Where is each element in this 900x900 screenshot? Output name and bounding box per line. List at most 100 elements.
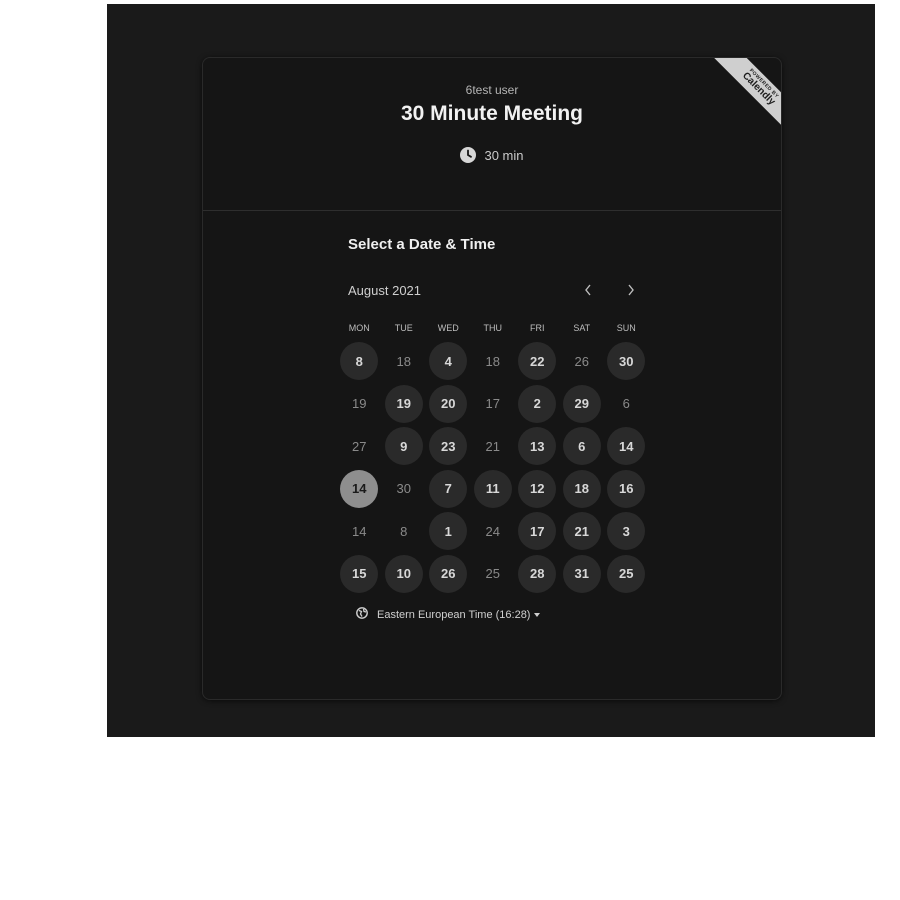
unavailable-day: 17 (485, 396, 500, 412)
unavailable-day: 6 (622, 396, 630, 412)
unavailable-day: 26 (574, 353, 589, 369)
month-label: August 2021 (348, 283, 422, 298)
timezone-selector[interactable]: Eastern European Time (16:28) (356, 607, 541, 622)
day-cell: 19 (337, 383, 382, 426)
available-day-button[interactable]: 10 (384, 554, 423, 593)
day-cell: 26 (426, 553, 471, 596)
available-day-button[interactable]: 2 (518, 384, 557, 423)
available-day-button[interactable]: 4 (429, 342, 468, 381)
day-cell: 29 (560, 383, 605, 426)
unavailable-day: 19 (352, 396, 367, 412)
day-cell: 22 (515, 340, 560, 383)
available-day-button[interactable]: 12 (518, 469, 557, 508)
booking-card: 6test user 30 Minute Meeting 30 min POWE… (202, 57, 782, 700)
weekday-label: THU (483, 323, 503, 333)
weekday-label: MON (348, 323, 370, 333)
unavailable-day: 27 (352, 438, 367, 454)
day-cell: 13 (515, 425, 560, 468)
day-cell: 6 (604, 383, 649, 426)
selected-day-button[interactable]: 14 (340, 469, 379, 508)
day-cell: 17 (471, 383, 516, 426)
available-day-button[interactable]: 21 (562, 512, 601, 551)
day-cell: 23 (426, 425, 471, 468)
day-cell: 12 (515, 468, 560, 511)
weekday-label: WED (437, 323, 459, 333)
day-cell: 4 (426, 340, 471, 383)
day-cell: 1 (426, 510, 471, 553)
available-day-button[interactable]: 3 (607, 512, 646, 551)
day-cell: 14 (337, 468, 382, 511)
day-cell: 27 (337, 425, 382, 468)
day-cell: 16 (604, 468, 649, 511)
day-cell: 18 (471, 340, 516, 383)
available-day-button[interactable]: 19 (384, 384, 423, 423)
clock-icon (460, 147, 477, 163)
powered-by-ribbon[interactable]: POWERED BY Calendly (691, 58, 781, 148)
day-cell: 30 (604, 340, 649, 383)
day-cell: 31 (560, 553, 605, 596)
day-cell: 11 (471, 468, 516, 511)
day-cell: 21 (471, 425, 516, 468)
chevron-right-icon (628, 284, 634, 296)
weekday-label: FRI (530, 323, 545, 333)
day-cell: 18 (382, 340, 427, 383)
unavailable-day: 24 (485, 523, 500, 539)
prev-month-button[interactable] (577, 278, 599, 302)
day-cell: 14 (604, 425, 649, 468)
weekday-header: MON TUE WED THU FRI SAT SUN (337, 323, 652, 333)
day-cell: 21 (560, 510, 605, 553)
unavailable-day: 14 (352, 523, 367, 539)
day-cell: 14 (337, 510, 382, 553)
unavailable-day: 8 (400, 523, 408, 539)
available-day-button[interactable]: 25 (607, 554, 646, 593)
unavailable-day: 18 (396, 353, 411, 369)
chevron-left-icon (585, 284, 591, 296)
day-cell: 25 (604, 553, 649, 596)
day-cell: 2 (515, 383, 560, 426)
duration-label: 30 min (484, 147, 524, 163)
available-day-button[interactable]: 13 (518, 427, 557, 466)
day-cell: 15 (337, 553, 382, 596)
available-day-button[interactable]: 8 (340, 342, 379, 381)
day-cell: 7 (426, 468, 471, 511)
calendar-grid: 8 18 4 18 22 26 30 19 19 20 17 2 29 6 27 9 23 21 13 6 14 14 30… (337, 340, 652, 595)
available-day-button[interactable]: 23 (429, 427, 468, 466)
day-cell: 19 (382, 383, 427, 426)
available-day-button[interactable]: 14 (607, 427, 646, 466)
day-cell: 24 (471, 510, 516, 553)
available-day-button[interactable]: 29 (562, 384, 601, 423)
available-day-button[interactable]: 31 (562, 554, 601, 593)
available-day-button[interactable]: 20 (429, 384, 468, 423)
day-cell: 26 (560, 340, 605, 383)
weekday-label: SAT (573, 323, 591, 333)
unavailable-day: 25 (485, 566, 500, 582)
ribbon-brand: Calendly (739, 70, 778, 108)
available-day-button[interactable]: 28 (518, 554, 557, 593)
next-month-button[interactable] (620, 278, 642, 302)
available-day-button[interactable]: 22 (518, 342, 557, 381)
day-cell: 6 (560, 425, 605, 468)
available-day-button[interactable]: 6 (562, 427, 601, 466)
timezone-label: Eastern European Time (16:28) (377, 608, 531, 621)
unavailable-day: 21 (485, 438, 500, 454)
weekday-label: SUN (616, 323, 636, 333)
day-cell: 20 (426, 383, 471, 426)
available-day-button[interactable]: 7 (429, 469, 468, 508)
day-cell: 9 (382, 425, 427, 468)
available-day-button[interactable]: 18 (562, 469, 601, 508)
available-day-button[interactable]: 30 (607, 342, 646, 381)
day-cell: 28 (515, 553, 560, 596)
day-cell: 8 (382, 510, 427, 553)
available-day-button[interactable]: 17 (518, 512, 557, 551)
duration: 30 min (203, 147, 781, 163)
available-day-button[interactable]: 9 (384, 427, 423, 466)
available-day-button[interactable]: 16 (607, 469, 646, 508)
available-day-button[interactable]: 26 (429, 554, 468, 593)
weekday-label: TUE (394, 323, 413, 333)
available-day-button[interactable]: 15 (340, 554, 379, 593)
day-cell: 30 (382, 468, 427, 511)
day-cell: 17 (515, 510, 560, 553)
day-cell: 25 (471, 553, 516, 596)
available-day-button[interactable]: 11 (473, 469, 512, 508)
available-day-button[interactable]: 1 (429, 512, 468, 551)
